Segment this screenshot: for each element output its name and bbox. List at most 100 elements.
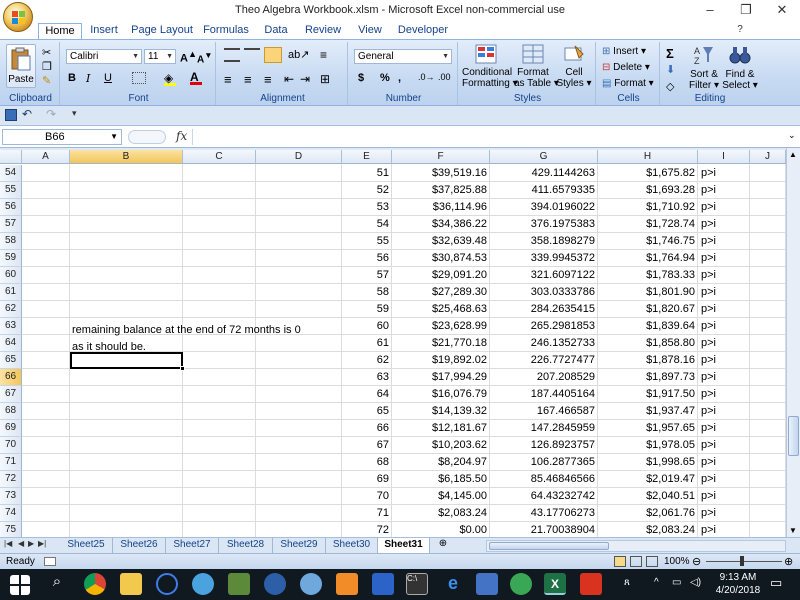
align-bottom-icon[interactable]: [264, 47, 282, 63]
cell-f[interactable]: $16,076.79: [392, 386, 490, 403]
cell-i[interactable]: p>i: [698, 165, 750, 182]
calendar-icon[interactable]: [476, 573, 498, 595]
cell-e[interactable]: 57: [342, 267, 392, 284]
search-icon[interactable]: ⌕: [46, 573, 68, 595]
copy-icon[interactable]: ❐: [42, 60, 52, 73]
row-header[interactable]: 72: [0, 471, 22, 488]
cell-g[interactable]: 284.2635415: [490, 301, 598, 318]
sheet-nav-first-icon[interactable]: |◀: [4, 539, 12, 548]
worksheet-grid[interactable]: ABCDEFGHIJ 54 51 $39,519.16 429.1144263 $1,6…: [0, 150, 786, 537]
cell-i[interactable]: p>i: [698, 301, 750, 318]
tab-home[interactable]: Home: [38, 23, 82, 39]
row-header[interactable]: 54: [0, 165, 22, 182]
clear-icon[interactable]: ◇: [666, 80, 674, 93]
font-name-combo[interactable]: Calibri ▼: [66, 49, 142, 64]
row-header[interactable]: 59: [0, 250, 22, 267]
cell-e[interactable]: 64: [342, 386, 392, 403]
percent-button[interactable]: %: [380, 72, 390, 84]
insert-cells-button[interactable]: ⊞ Insert ▾: [602, 46, 646, 57]
cell-i[interactable]: p>i: [698, 233, 750, 250]
cell-e[interactable]: 55: [342, 233, 392, 250]
cell-f[interactable]: $6,185.50: [392, 471, 490, 488]
cell-i[interactable]: p>i: [698, 250, 750, 267]
app-icon-5[interactable]: [336, 573, 358, 595]
cell-g[interactable]: 85.46846566: [490, 471, 598, 488]
zoom-level[interactable]: 100%: [664, 556, 690, 567]
vertical-scrollbar[interactable]: ▲ ▼: [786, 148, 800, 537]
cell-i[interactable]: p>i: [698, 420, 750, 437]
cell-i[interactable]: p>i: [698, 335, 750, 352]
cell-h[interactable]: $1,839.64: [598, 318, 698, 335]
people-icon[interactable]: ጸ: [624, 577, 630, 588]
row-header[interactable]: 71: [0, 454, 22, 471]
cell-f[interactable]: $21,770.18: [392, 335, 490, 352]
tab-developer[interactable]: Developer: [394, 23, 452, 39]
cell-e[interactable]: 52: [342, 182, 392, 199]
align-right-icon[interactable]: ≡: [264, 72, 272, 87]
decrease-decimal-icon[interactable]: .00: [438, 72, 451, 82]
office-button[interactable]: [3, 2, 33, 32]
cell-g[interactable]: 187.4405164: [490, 386, 598, 403]
cell-g[interactable]: 246.1352733: [490, 335, 598, 352]
tab-review[interactable]: Review: [300, 23, 346, 39]
cell-i[interactable]: p>i: [698, 284, 750, 301]
sheet-tab-sheet31[interactable]: Sheet31: [378, 538, 430, 553]
column-header-e[interactable]: E: [342, 150, 392, 164]
insert-sheet-icon[interactable]: ⊕: [432, 538, 454, 552]
sort-filter-button[interactable]: A Z Sort & Filter ▾: [686, 44, 722, 91]
cell-f[interactable]: $17,994.29: [392, 369, 490, 386]
clock-date[interactable]: 4/20/2018: [710, 585, 766, 596]
active-cell-b66[interactable]: [70, 352, 185, 371]
cell-i[interactable]: p>i: [698, 216, 750, 233]
zoom-out-icon[interactable]: ⊖: [692, 555, 701, 568]
edge-icon[interactable]: e: [442, 573, 464, 595]
cell-e[interactable]: 68: [342, 454, 392, 471]
cell-h[interactable]: $2,019.47: [598, 471, 698, 488]
zoom-slider[interactable]: [706, 561, 782, 562]
cell-g[interactable]: 167.466587: [490, 403, 598, 420]
cut-icon[interactable]: ✂: [42, 46, 51, 59]
cell-e[interactable]: 72: [342, 522, 392, 537]
tab-page-layout[interactable]: Page Layout: [128, 23, 196, 39]
fill-color-icon[interactable]: ◈: [164, 71, 176, 86]
formula-input[interactable]: [192, 129, 786, 145]
cell-g[interactable]: 207.208529: [490, 369, 598, 386]
sheet-nav-next-icon[interactable]: ▶: [28, 539, 34, 548]
horizontal-scrollbar[interactable]: [486, 540, 786, 552]
cell-f[interactable]: $32,639.48: [392, 233, 490, 250]
row-header[interactable]: 75: [0, 522, 22, 537]
cell-g[interactable]: 411.6579335: [490, 182, 598, 199]
row-header[interactable]: 60: [0, 267, 22, 284]
cell-h[interactable]: $1,675.82: [598, 165, 698, 182]
sheet-tab-sheet28[interactable]: Sheet28: [219, 538, 273, 553]
cell-i[interactable]: p>i: [698, 352, 750, 369]
zoom-slider-thumb[interactable]: [740, 556, 744, 566]
cell-g[interactable]: 321.6097122: [490, 267, 598, 284]
app-icon-4[interactable]: [264, 573, 286, 595]
align-left-icon[interactable]: ≡: [224, 72, 232, 87]
cell-i[interactable]: p>i: [698, 505, 750, 522]
currency-button[interactable]: $: [358, 72, 364, 84]
row-header[interactable]: 67: [0, 386, 22, 403]
cell-f[interactable]: $4,145.00: [392, 488, 490, 505]
cell-g[interactable]: 147.2845959: [490, 420, 598, 437]
sheet-tab-sheet29[interactable]: Sheet29: [273, 538, 326, 553]
fill-icon[interactable]: ⬇: [666, 63, 675, 76]
cell-e[interactable]: 54: [342, 216, 392, 233]
action-center-icon[interactable]: ▭: [770, 575, 782, 591]
cell-e[interactable]: 58: [342, 284, 392, 301]
bold-button[interactable]: B: [68, 72, 76, 84]
column-header-c[interactable]: C: [183, 150, 256, 164]
cell-h[interactable]: $1,728.74: [598, 216, 698, 233]
app-icon-3[interactable]: [228, 573, 250, 595]
column-header-i[interactable]: I: [698, 150, 750, 164]
column-header-h[interactable]: H: [598, 150, 698, 164]
tab-insert[interactable]: Insert: [84, 23, 124, 39]
cell-i[interactable]: p>i: [698, 199, 750, 216]
cell-e[interactable]: 65: [342, 403, 392, 420]
column-header-f[interactable]: F: [392, 150, 490, 164]
excel-taskbar-icon[interactable]: X: [544, 573, 566, 595]
cell-f[interactable]: $14,139.32: [392, 403, 490, 420]
cell-f[interactable]: $27,289.30: [392, 284, 490, 301]
show-hidden-icons[interactable]: ^: [654, 577, 659, 588]
